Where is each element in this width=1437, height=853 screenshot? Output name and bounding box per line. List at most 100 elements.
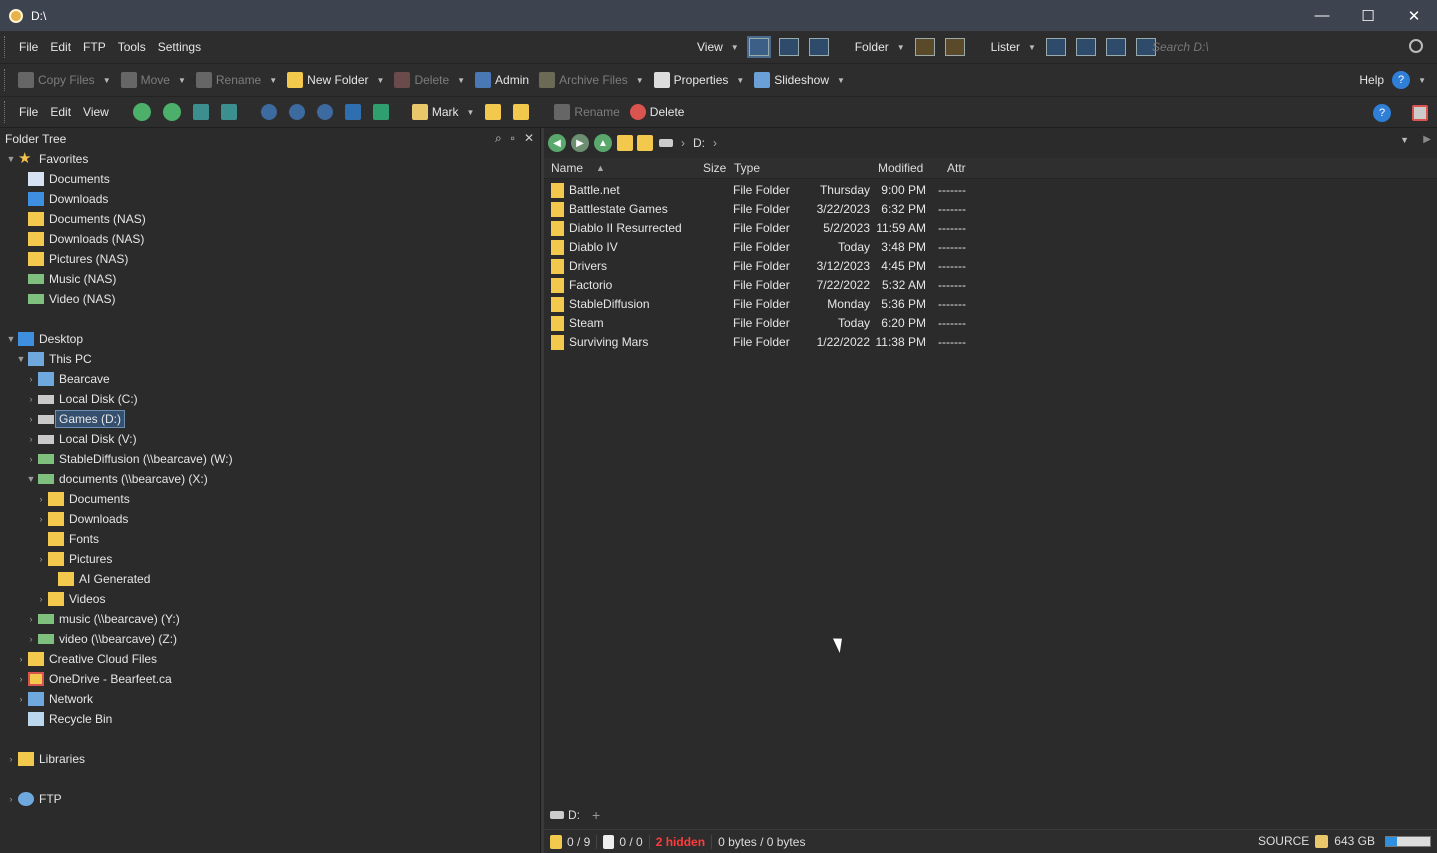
zoom-in-icon[interactable] bbox=[260, 104, 277, 120]
archive-files-button[interactable]: Archive Files ▼ bbox=[534, 68, 649, 92]
tree-node[interactable]: › Local Disk (C:) bbox=[26, 389, 138, 409]
forward-icon[interactable]: ▶ bbox=[571, 134, 589, 152]
details-view-icon[interactable] bbox=[746, 36, 771, 58]
favorite-folder-icon[interactable] bbox=[513, 104, 530, 120]
copy-files-button[interactable]: Copy Files ▼ bbox=[13, 68, 116, 92]
folder-format-icon[interactable] bbox=[944, 38, 965, 56]
toolbar-grip[interactable] bbox=[4, 69, 7, 91]
back-icon[interactable]: ◀ bbox=[548, 134, 566, 152]
maximize-button[interactable]: ☐ bbox=[1345, 0, 1391, 31]
previous-lister-icon[interactable] bbox=[132, 103, 151, 121]
close-button[interactable]: ✕ bbox=[1391, 0, 1437, 31]
file-row[interactable]: Battlestate Games File Folder 3/22/2023 6:3… bbox=[544, 200, 984, 219]
help-button[interactable]: Help? ▼ bbox=[1354, 68, 1431, 92]
tree-node[interactable]: Downloads bbox=[16, 189, 108, 209]
column-name[interactable]: Name bbox=[551, 161, 583, 175]
file-row[interactable]: Drivers File Folder 3/12/2023 4:45 PM ------… bbox=[544, 257, 984, 276]
toolbar-grip[interactable] bbox=[4, 36, 7, 58]
view-menu-button[interactable]: View ▼ bbox=[692, 35, 744, 59]
next-lister-icon[interactable] bbox=[162, 103, 181, 121]
expand-icon[interactable]: › bbox=[36, 514, 46, 524]
expand-icon[interactable]: › bbox=[36, 594, 46, 604]
lister-menu-file[interactable]: File bbox=[13, 105, 44, 119]
lister-rename-button[interactable]: Rename bbox=[549, 100, 624, 124]
tree-node[interactable]: AI Generated bbox=[46, 569, 150, 589]
dual-horizontal-icon[interactable] bbox=[1075, 38, 1096, 56]
column-attr[interactable]: Attr bbox=[947, 161, 966, 175]
file-row[interactable]: Diablo II Resurrected File Folder 5/2/2023… bbox=[544, 219, 984, 238]
lister-menu-edit[interactable]: Edit bbox=[44, 105, 77, 119]
collapse-icon[interactable]: ▼ bbox=[6, 334, 16, 344]
tree-node[interactable]: › Local Disk (V:) bbox=[26, 429, 137, 449]
menu-settings[interactable]: Settings bbox=[152, 40, 207, 54]
tree-node[interactable]: Video (NAS) bbox=[16, 289, 115, 309]
tree-node[interactable]: › video (\\bearcave) (Z:) bbox=[26, 629, 178, 649]
search-input[interactable]: Search D:\ bbox=[1144, 35, 1429, 59]
column-type[interactable]: Type bbox=[734, 161, 760, 175]
expand-icon[interactable]: › bbox=[26, 454, 36, 464]
folder-options-icon[interactable] bbox=[485, 104, 502, 120]
rename-button[interactable]: Rename ▼ bbox=[191, 68, 282, 92]
tree-node[interactable]: ▼ This PC bbox=[16, 349, 92, 369]
expand-icon[interactable]: › bbox=[26, 414, 36, 424]
file-row[interactable]: Diablo IV File Folder Today 3:48 PM ------- bbox=[544, 238, 984, 257]
tree-node[interactable]: Documents (NAS) bbox=[16, 209, 146, 229]
close-icon[interactable]: ✕ bbox=[524, 131, 534, 146]
zoom-reset-icon[interactable] bbox=[316, 104, 333, 120]
menu-edit[interactable]: Edit bbox=[44, 40, 77, 54]
tree-node[interactable]: Downloads (NAS) bbox=[16, 229, 144, 249]
breadcrumb-drive[interactable]: D: bbox=[693, 136, 705, 150]
file-row[interactable]: Battle.net File Folder Thursday 9:00 PM ----… bbox=[544, 181, 984, 200]
folder-up-icon[interactable] bbox=[617, 135, 633, 151]
toolbar-grip[interactable] bbox=[4, 101, 7, 123]
properties-button[interactable]: Properties ▼ bbox=[649, 68, 750, 92]
expand-icon[interactable]: › bbox=[36, 494, 46, 504]
folder-tab[interactable]: D: bbox=[568, 808, 580, 822]
expand-icon[interactable]: › bbox=[6, 754, 16, 764]
collapse-icon[interactable]: ▼ bbox=[26, 474, 36, 484]
column-size[interactable]: Size bbox=[703, 161, 726, 175]
lister-menu-button[interactable]: Lister ▼ bbox=[986, 35, 1041, 59]
search-icon[interactable] bbox=[1409, 39, 1423, 53]
expand-icon[interactable]: › bbox=[26, 434, 36, 444]
undock-icon[interactable]: ▫ bbox=[511, 131, 515, 146]
tree-node[interactable]: Fonts bbox=[36, 529, 99, 549]
up-icon[interactable]: ▲ bbox=[594, 134, 612, 152]
column-modified[interactable]: Modified bbox=[878, 161, 923, 175]
swap-panes-icon[interactable] bbox=[192, 104, 209, 120]
file-row[interactable]: Surviving Mars File Folder 1/22/2022 11:38 … bbox=[544, 333, 984, 352]
help-icon[interactable]: ? bbox=[1373, 104, 1391, 122]
expand-icon[interactable]: › bbox=[26, 634, 36, 644]
expand-icon[interactable]: › bbox=[36, 554, 46, 564]
tree-node[interactable]: ▼ ★ Favorites bbox=[6, 149, 89, 169]
search-icon[interactable]: ⌕ bbox=[495, 131, 502, 146]
lister-menu-view[interactable]: View bbox=[77, 105, 115, 119]
tree-node[interactable]: › Games (D:) bbox=[26, 409, 126, 429]
delete-button[interactable]: Delete ▼ bbox=[389, 68, 470, 92]
tree-node[interactable]: › OneDrive - Bearfeet.ca bbox=[16, 669, 172, 689]
admin-button[interactable]: Admin bbox=[470, 68, 534, 92]
tree-node[interactable]: › music (\\bearcave) (Y:) bbox=[26, 609, 180, 629]
expand-icon[interactable]: › bbox=[26, 374, 36, 384]
favorites-star-icon[interactable] bbox=[637, 135, 653, 151]
menu-ftp[interactable]: FTP bbox=[77, 40, 112, 54]
mark-button[interactable]: Mark ▼ bbox=[407, 100, 480, 124]
menu-tools[interactable]: Tools bbox=[112, 40, 152, 54]
folder-menu-button[interactable]: Folder ▼ bbox=[850, 35, 910, 59]
tree-node[interactable]: Recycle Bin bbox=[16, 709, 112, 729]
folder-layout-icon[interactable] bbox=[914, 38, 935, 56]
lock-icon[interactable] bbox=[1315, 834, 1329, 848]
tree-node[interactable]: › Downloads bbox=[36, 509, 128, 529]
file-row[interactable]: StableDiffusion File Folder Monday 5:36 PM -… bbox=[544, 295, 984, 314]
tree-node[interactable]: › Creative Cloud Files bbox=[16, 649, 157, 669]
zoom-out-icon[interactable] bbox=[288, 104, 305, 120]
file-row[interactable]: Steam File Folder Today 6:20 PM ------- bbox=[544, 314, 984, 333]
thumbnails-view-icon[interactable] bbox=[808, 38, 829, 56]
expand-icon[interactable]: › bbox=[16, 654, 26, 664]
single-lister-icon[interactable] bbox=[1045, 38, 1066, 56]
file-row[interactable]: Factorio File Folder 7/22/2022 5:32 AM -----… bbox=[544, 276, 984, 295]
tree-node[interactable]: ▼ documents (\\bearcave) (X:) bbox=[26, 469, 208, 489]
tree-node[interactable]: › Videos bbox=[36, 589, 105, 609]
tree-node[interactable]: Music (NAS) bbox=[16, 269, 116, 289]
tree-node[interactable]: › StableDiffusion (\\bearcave) (W:) bbox=[26, 449, 233, 469]
